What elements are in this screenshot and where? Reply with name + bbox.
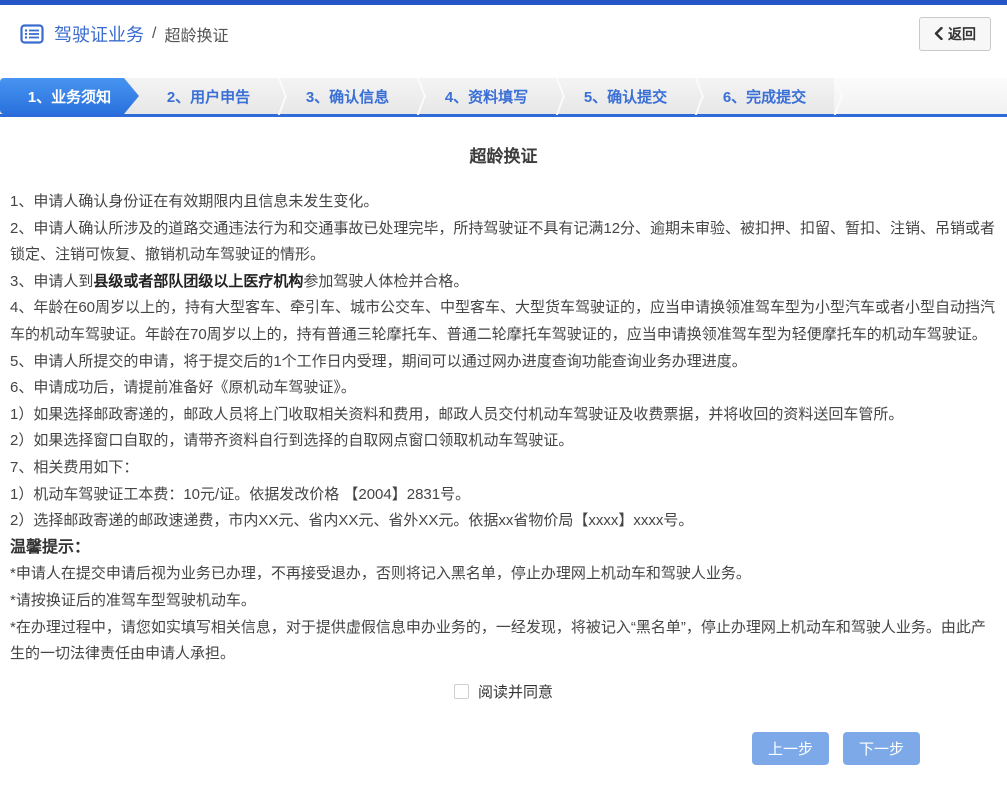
step-2-user-declaration[interactable]: 2、用户申告 (139, 78, 278, 114)
tip-item-2: *请按换证后的准驾车型驾驶机动车。 (10, 588, 997, 615)
footer-actions: 上一步 下一步 (10, 732, 997, 765)
back-button[interactable]: 返回 (919, 17, 991, 51)
notice-item-5: 5、申请人所提交的申请，将于提交后的1个工作日内受理，期间可以通过网办进度查询功… (10, 349, 997, 376)
breadcrumb-section[interactable]: 驾驶证业务 (54, 21, 144, 47)
page-header: 驾驶证业务 / 超龄换证 返回 (0, 5, 1007, 62)
notice-item-7: 7、相关费用如下： (10, 455, 997, 482)
step-progress-bar: 1、业务须知 2、用户申告 3、确认信息 4、资料填写 5、确认提交 6、完成提… (0, 78, 1007, 117)
previous-step-button[interactable]: 上一步 (752, 732, 829, 765)
tip-item-1: *申请人在提交申请后视为业务已办理，不再接受退办，否则将记入黑名单，停止办理网上… (10, 561, 997, 588)
notice-item-3-prefix: 3、申请人到 (10, 273, 93, 290)
notice-item-3: 3、申请人到县级或者部队团级以上医疗机构参加驾驶人体检并合格。 (10, 269, 997, 296)
notice-item-6-sub-1: 1）如果选择邮政寄递的，邮政人员将上门收取相关资料和费用，邮政人员交付机动车驾驶… (10, 402, 997, 429)
notice-item-2: 2、申请人确认所涉及的道路交通违法行为和交通事故已处理完毕，所持驾驶证不具有记满… (10, 216, 997, 269)
agreement-row: 阅读并同意 (10, 681, 997, 702)
step-label: 4、资料填写 (445, 86, 528, 107)
step-label: 2、用户申告 (167, 86, 250, 107)
notice-item-1: 1、申请人确认身份证在有效期限内且信息未发生变化。 (10, 189, 997, 216)
step-label: 6、完成提交 (723, 86, 806, 107)
next-step-button[interactable]: 下一步 (843, 732, 920, 765)
notice-item-3-suffix: 参加驾驶人体检并合格。 (303, 273, 468, 290)
back-button-label: 返回 (948, 24, 976, 44)
notice-item-3-emphasis: 县级或者部队团级以上医疗机构 (93, 273, 303, 290)
step-label: 1、业务须知 (28, 86, 111, 107)
notice-text: 1、申请人确认身份证在有效期限内且信息未发生变化。 2、申请人确认所涉及的道路交… (10, 189, 997, 668)
agreement-label[interactable]: 阅读并同意 (478, 681, 553, 702)
step-label: 5、确认提交 (584, 86, 667, 107)
breadcrumb: 驾驶证业务 / 超龄换证 (20, 21, 228, 47)
breadcrumb-divider: / (152, 25, 156, 43)
notice-item-7-sub-1: 1）机动车驾驶证工本费：10元/证。依据发改价格 【2004】2831号。 (10, 482, 997, 509)
list-icon (20, 24, 44, 44)
chevron-left-icon (934, 27, 943, 40)
notice-item-6: 6、申请成功后，请提前准备好《原机动车驾驶证》。 (10, 375, 997, 402)
breadcrumb-current: 超龄换证 (164, 22, 228, 46)
page-title: 超龄换证 (10, 142, 997, 167)
notice-item-7-sub-2: 2）选择邮政寄递的邮政速递费，市内XX元、省内XX元、省外XX元。依据xx省物价… (10, 508, 997, 535)
step-6-complete-submit[interactable]: 6、完成提交 (695, 78, 834, 114)
step-4-fill-materials[interactable]: 4、资料填写 (417, 78, 556, 114)
notice-item-6-sub-2: 2）如果选择窗口自取的，请带齐资料自行到选择的自取网点窗口领取机动车驾驶证。 (10, 428, 997, 455)
step-bar-tail (834, 78, 1007, 114)
tip-item-3: *在办理过程中，请您如实填写相关信息，对于提供虚假信息申办业务的，一经发现，将被… (10, 615, 997, 668)
step-3-confirm-info[interactable]: 3、确认信息 (278, 78, 417, 114)
step-label: 3、确认信息 (306, 86, 389, 107)
tips-title: 温馨提示： (10, 535, 997, 562)
agreement-checkbox[interactable] (454, 684, 469, 699)
main-content: 超龄换证 1、申请人确认身份证在有效期限内且信息未发生变化。 2、申请人确认所涉… (0, 142, 1007, 765)
step-5-confirm-submit[interactable]: 5、确认提交 (556, 78, 695, 114)
notice-item-4: 4、年龄在60周岁以上的，持有大型客车、牵引车、城市公交车、中型客车、大型货车驾… (10, 295, 997, 348)
step-1-business-notice[interactable]: 1、业务须知 (0, 78, 139, 114)
